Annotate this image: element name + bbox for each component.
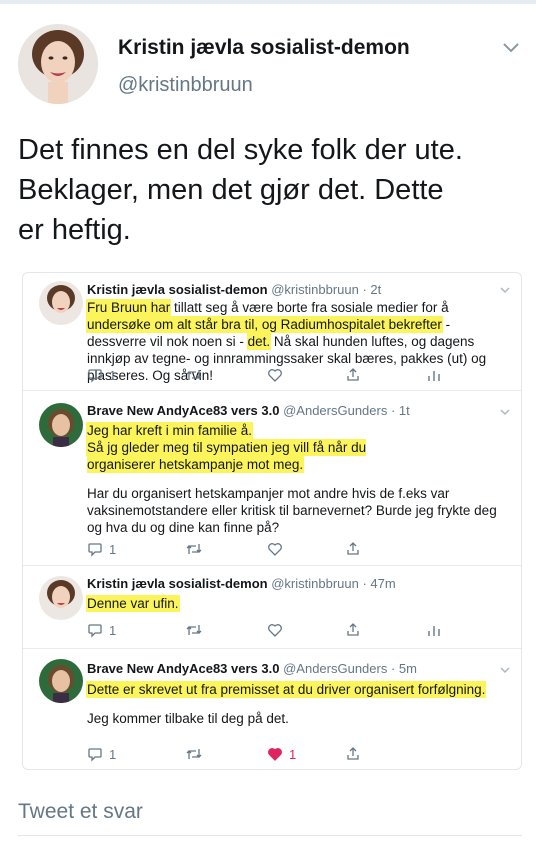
share-icon [347,623,359,636]
reply-icon [88,748,102,762]
heart-icon [268,748,282,761]
reply-actions: 1 [87,620,487,640]
author-name[interactable]: Kristin jævla sosialist-demon [118,36,410,60]
tweet-text-line: er heftig. [18,214,131,246]
chevron-down-icon [499,283,511,295]
reply-time: 47m [370,576,396,591]
reply-actions: 1 1 [87,744,487,764]
reply-icon [88,543,102,557]
share-icon [347,542,359,555]
analytics-icon [428,626,440,636]
list-item: Kristin jævla sosialist-demon @kristinbb… [23,273,521,391]
share-button [345,620,361,640]
reply-meta: Kristin jævla sosialist-demon @kristinbb… [87,282,382,297]
heart-icon [268,624,282,637]
highlighted-text: undersøke om alt står bra til, og Radium… [87,317,442,332]
list-item: Kristin jævla sosialist-demon @kristinbb… [23,566,521,649]
like-button [267,620,283,640]
like-button: 1 [267,744,296,764]
avatar [39,659,83,703]
reply-text: Dette er skrevet ut fra premisset at du … [87,681,507,698]
tweet-text-line: Beklager, men det gjør det. Dette [18,174,444,206]
chevron-down-icon[interactable] [500,36,522,58]
reply-actions: 1 [87,365,487,385]
reply-count: 1 [109,622,117,638]
like-button [267,365,283,385]
embedded-screenshot[interactable]: Kristin jævla sosialist-demon @kristinbb… [22,272,522,770]
avatar [39,281,83,325]
reply-time: 5m [398,661,417,676]
reply-author-handle: @kristinbbruun [271,282,359,297]
retweet-icon [186,544,202,554]
tweet-text: Det finnes en del syke folk der ute. Bek… [18,130,524,250]
reply-author-handle: @kristinbbruun [271,576,359,591]
reply-button: 1 [87,365,116,385]
avatar[interactable] [18,24,98,104]
reply-text: Denne var ufin. [87,595,507,612]
reply-text: Jeg kommer tilbake til deg på det. [87,711,289,726]
reply-button: 1 [87,620,116,640]
reply-time: 2t [370,282,382,297]
reply-meta: Brave New AndyAce83 vers 3.0 @AndersGund… [87,661,417,676]
share-button [345,539,361,559]
reply-input[interactable]: Tweet et svar [18,800,143,824]
reply-meta: Kristin jævla sosialist-demon @kristinbb… [87,576,396,591]
reply-composer[interactable]: Tweet et svar [18,796,522,836]
reply-count: 1 [109,746,117,762]
reply-meta: Brave New AndyAce83 vers 3.0 @AndersGund… [87,403,410,418]
highlighted-text: Jeg har kreft i min familie å. [87,423,253,438]
reply-icon [88,624,102,638]
reply-icon [88,369,102,383]
reply-text: Jeg har kreft i min familie å. Så jg gle… [87,422,427,473]
reply-count: 1 [109,367,117,383]
retweet-icon [186,749,202,759]
tweet-header: Kristin jævla sosialist-demon @kristinbb… [18,24,522,108]
like-count: 1 [289,746,297,762]
retweet-icon [186,625,202,635]
retweet-button [185,620,203,640]
retweet-button [185,744,203,764]
reply-author-handle: @AndersGunders [283,661,388,676]
highlighted-text: det. [247,334,271,349]
retweet-button [185,365,203,385]
reply-author-name: Kristin jævla sosialist-demon [87,576,268,591]
reply-author-name: Brave New AndyAce83 vers 3.0 [87,661,280,676]
avatar [39,403,83,447]
highlighted-text: Dette er skrevet ut fra premisset at du … [87,682,486,697]
heart-icon [268,369,282,382]
analytics-button [427,365,441,385]
list-item: Brave New AndyAce83 vers 3.0 @AndersGund… [23,649,521,769]
list-item: Brave New AndyAce83 vers 3.0 @AndersGund… [23,391,521,566]
reply-author-name: Kristin jævla sosialist-demon [87,282,268,297]
share-icon [347,368,359,381]
reply-actions: 1 [87,539,487,559]
like-button [267,539,283,559]
reply-text: Har du organisert hetskampanjer mot andr… [87,486,497,535]
retweet-button [185,539,203,559]
top-divider [0,0,536,4]
reply-button: 1 [87,539,116,559]
reply-time: 1t [398,403,410,418]
highlighted-text: Så jg gleder meg til sympatien jeg vill … [87,440,367,472]
reply-button: 1 [87,744,116,764]
chevron-down-icon [499,663,511,675]
chevron-down-icon [499,405,511,417]
analytics-button [427,620,441,640]
tweet-text-line: Det finnes en del syke folk der ute. [18,134,463,166]
reply-count: 1 [109,541,117,557]
heart-icon [268,543,282,556]
reply-author-name: Brave New AndyAce83 vers 3.0 [87,403,280,418]
analytics-icon [428,371,440,381]
retweet-icon [186,370,202,380]
avatar [39,576,83,620]
share-icon [347,747,359,760]
share-button [345,365,361,385]
reply-text-span: tillatt seg å være borte fra sosiale med… [170,300,449,315]
share-button [345,744,361,764]
author-handle[interactable]: @kristinbbruun [118,74,253,97]
reply-author-handle: @AndersGunders [283,403,388,418]
highlighted-text: Denne var ufin. [87,596,179,611]
highlighted-text: Fru Bruun har [87,300,171,315]
